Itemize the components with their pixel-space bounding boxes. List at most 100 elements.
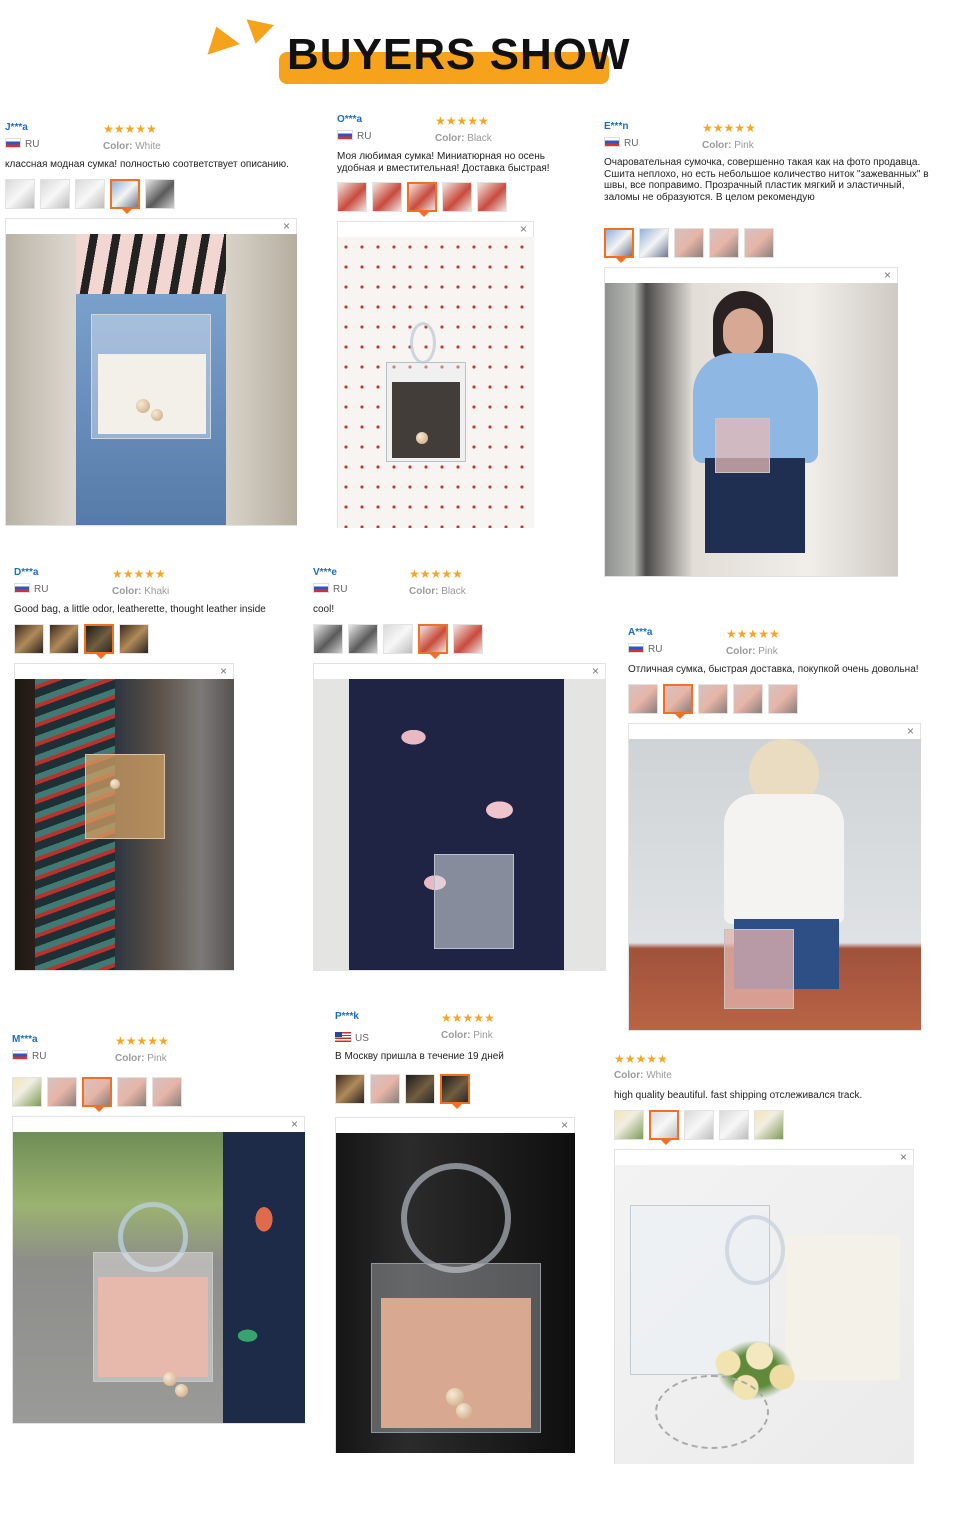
photo-thumbnail[interactable] [12, 1077, 42, 1107]
review-photo[interactable] [629, 739, 921, 1030]
photo-thumbnail-selected[interactable] [418, 624, 448, 659]
rating-stars: ★★★★★ [614, 1052, 668, 1066]
reviewer-name: D***a [14, 567, 39, 578]
photo-thumbnail[interactable] [14, 624, 44, 654]
photo-thumbnail-selected[interactable] [663, 684, 693, 719]
photo-thumbnail[interactable] [674, 228, 704, 258]
close-icon[interactable]: × [283, 220, 290, 232]
rating-stars: ★★★★★ [112, 567, 166, 581]
photo-viewer: × [614, 1149, 914, 1464]
photo-thumbnail[interactable] [719, 1110, 749, 1140]
review-text: Очаровательная сумочка, совершенно такая… [604, 157, 929, 203]
photo-thumbnail-selected[interactable] [604, 228, 634, 263]
russia-flag-icon [628, 643, 644, 653]
photo-thumbnail[interactable] [733, 684, 763, 714]
close-icon[interactable]: × [907, 725, 914, 737]
photo-thumbnails [628, 684, 798, 719]
photo-thumbnail[interactable] [709, 228, 739, 258]
review-photo[interactable] [605, 283, 898, 576]
photo-viewer: × [335, 1117, 575, 1453]
review-photo[interactable] [13, 1132, 305, 1423]
photo-thumbnails [337, 182, 507, 217]
reviewer-name: E***n [604, 121, 629, 132]
close-icon[interactable]: × [884, 269, 891, 281]
close-icon[interactable]: × [561, 1119, 568, 1131]
review-photo[interactable] [336, 1133, 575, 1453]
reviewer-name: J***a [5, 122, 28, 133]
reviewer-country: US [335, 1032, 369, 1044]
photo-thumbnail[interactable] [370, 1074, 400, 1104]
photo-thumbnail[interactable] [628, 684, 658, 714]
close-icon[interactable]: × [291, 1118, 298, 1130]
reviewer-country: RU [5, 138, 39, 150]
close-icon[interactable]: × [592, 665, 599, 677]
photo-thumbnail[interactable] [75, 179, 105, 209]
photo-viewer: × [12, 1116, 305, 1424]
review-card: J***a RU ★★★★★ Color: White классная мод… [5, 122, 305, 527]
rating-stars: ★★★★★ [702, 121, 756, 135]
photo-thumbnail[interactable] [372, 182, 402, 212]
review-text: В Москву пришла в течение 19 дней [335, 1051, 504, 1062]
close-icon[interactable]: × [900, 1151, 907, 1163]
usa-flag-icon [335, 1032, 351, 1042]
photo-thumbnail[interactable] [614, 1110, 644, 1140]
photo-thumbnail-selected[interactable] [649, 1110, 679, 1145]
photo-thumbnail-selected[interactable] [440, 1074, 470, 1109]
close-icon[interactable]: × [520, 223, 527, 235]
review-text: Моя любимая сумка! Миниатюрная но осень … [337, 151, 550, 174]
russia-flag-icon [313, 583, 329, 593]
photo-thumbnail[interactable] [40, 179, 70, 209]
photo-thumbnail[interactable] [152, 1077, 182, 1107]
reviewer-name: M***a [12, 1034, 38, 1045]
review-photo[interactable] [314, 679, 606, 970]
review-photo[interactable] [338, 237, 534, 528]
russia-flag-icon [337, 130, 353, 140]
photo-thumbnail[interactable] [383, 624, 413, 654]
photo-thumbnail[interactable] [145, 179, 175, 209]
product-color: Color: Pink [441, 1030, 493, 1041]
buyers-show-header: BUYERS SHOW [0, 0, 960, 100]
photo-thumbnail[interactable] [754, 1110, 784, 1140]
product-color: Color: Black [435, 133, 492, 144]
close-icon[interactable]: × [220, 665, 227, 677]
photo-thumbnail-selected[interactable] [84, 624, 114, 659]
photo-thumbnail[interactable] [117, 1077, 147, 1107]
photo-thumbnail[interactable] [684, 1110, 714, 1140]
photo-thumbnail-selected[interactable] [110, 179, 140, 214]
photo-thumbnail-selected[interactable] [82, 1077, 112, 1112]
russia-flag-icon [604, 137, 620, 147]
photo-thumbnail[interactable] [453, 624, 483, 654]
reviewer-name: V***e [313, 567, 337, 578]
photo-thumbnail[interactable] [313, 624, 343, 654]
photo-thumbnail[interactable] [768, 684, 798, 714]
photo-thumbnail[interactable] [442, 182, 472, 212]
review-photo[interactable] [615, 1165, 914, 1464]
decor-triangle-icon [242, 19, 274, 47]
photo-thumbnail[interactable] [119, 624, 149, 654]
product-color: Color: Khaki [112, 586, 170, 597]
rating-stars: ★★★★★ [726, 627, 780, 641]
photo-thumbnail[interactable] [335, 1074, 365, 1104]
photo-thumbnail[interactable] [744, 228, 774, 258]
photo-thumbnail[interactable] [337, 182, 367, 212]
product-color: Color: Black [409, 586, 466, 597]
reviewer-name: A***a [628, 627, 653, 638]
photo-thumbnail[interactable] [698, 684, 728, 714]
photo-thumbnail-selected[interactable] [407, 182, 437, 217]
photo-viewer: × [604, 267, 898, 577]
review-text: cool! [313, 604, 335, 615]
reviewer-name: O***a [337, 114, 363, 125]
photo-thumbnail[interactable] [639, 228, 669, 258]
decor-triangle-icon [200, 21, 240, 55]
photo-thumbnails [5, 179, 175, 214]
photo-thumbnail[interactable] [49, 624, 79, 654]
photo-thumbnail[interactable] [47, 1077, 77, 1107]
photo-thumbnail[interactable] [405, 1074, 435, 1104]
photo-thumbnail[interactable] [477, 182, 507, 212]
photo-thumbnail[interactable] [5, 179, 35, 209]
photo-thumbnail[interactable] [348, 624, 378, 654]
review-photo[interactable] [15, 679, 234, 970]
review-photo[interactable] [6, 234, 297, 525]
russia-flag-icon [5, 138, 21, 148]
photo-thumbnails [313, 624, 483, 659]
